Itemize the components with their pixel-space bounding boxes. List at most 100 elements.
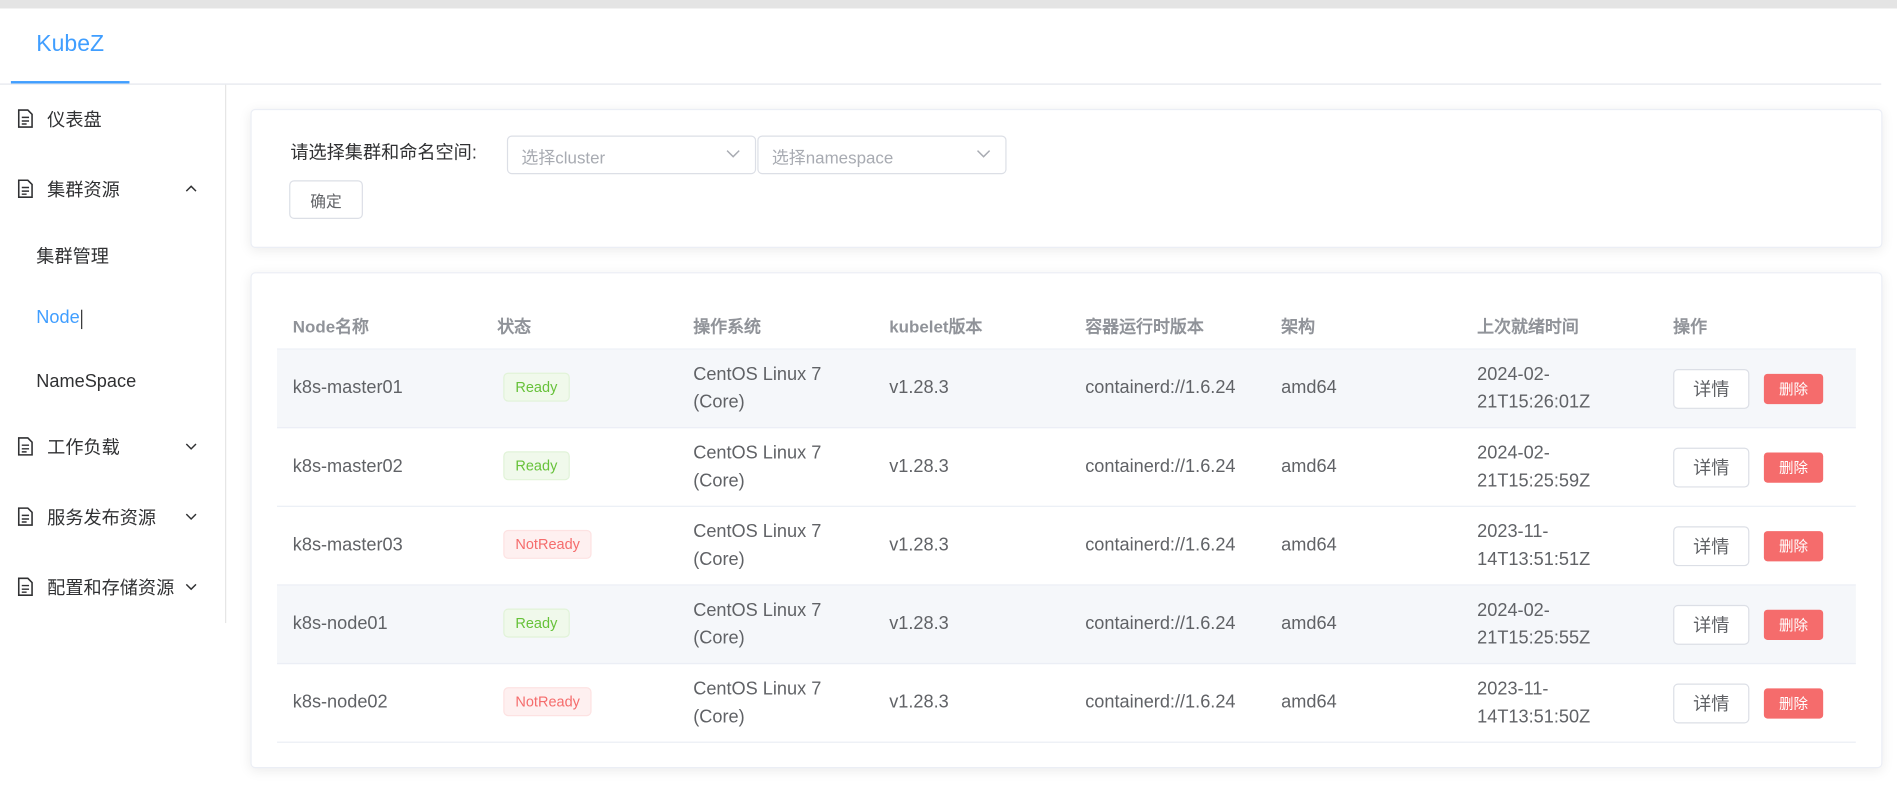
os-line-1: CentOS Linux 7 bbox=[693, 600, 822, 621]
delete-button[interactable]: 删除 bbox=[1763, 373, 1824, 405]
sidebar-item-label: 配置和存储资源 bbox=[47, 577, 175, 599]
cluster-select[interactable]: 选择cluster bbox=[506, 135, 757, 175]
status-badge: Ready bbox=[503, 451, 570, 481]
chevron-down-icon bbox=[977, 150, 991, 158]
kubelet-version: v1.28.3 bbox=[889, 613, 949, 634]
table-row: k8s-master03 NotReady CentOS Linux 7 (Cor… bbox=[277, 507, 1856, 586]
sidebar-item-node[interactable]: Node bbox=[0, 288, 225, 348]
ready-time-line-2: 21T15:25:59Z bbox=[1477, 470, 1591, 492]
os-cell: CentOS Linux 7 (Core) bbox=[693, 596, 821, 652]
sidebar-item-label: Node bbox=[36, 307, 83, 329]
kubelet-version: v1.28.3 bbox=[889, 692, 949, 713]
column-header-arch: 架构 bbox=[1281, 316, 1316, 337]
arch: amd64 bbox=[1281, 613, 1337, 634]
sidebar-item-cluster-management[interactable]: 集群管理 bbox=[0, 225, 225, 285]
filter-label: 请选择集群和命名空间: bbox=[290, 142, 477, 164]
node-name: k8s-master01 bbox=[292, 377, 403, 399]
ready-time-cell: 2024-02- 21T15:25:55Z bbox=[1477, 596, 1590, 652]
ready-time-line-2: 14T13:51:50Z bbox=[1477, 706, 1591, 728]
detail-button[interactable]: 详情 bbox=[1673, 447, 1750, 488]
detail-button[interactable]: 详情 bbox=[1673, 604, 1750, 645]
os-line-2: (Core) bbox=[693, 549, 745, 570]
ready-time-line-1: 2024-02- bbox=[1477, 442, 1550, 464]
chevron-down-icon bbox=[185, 583, 197, 591]
sidebar-item-label: NameSpace bbox=[36, 370, 137, 392]
os-line-2: (Core) bbox=[693, 391, 745, 413]
text-cursor bbox=[80, 309, 83, 329]
runtime-version: containerd://1.6.24 bbox=[1085, 456, 1236, 477]
node-name: k8s-master03 bbox=[292, 534, 403, 556]
os-line-2: (Core) bbox=[693, 470, 745, 492]
detail-button[interactable]: 详情 bbox=[1673, 683, 1750, 724]
status-badge: Ready bbox=[503, 372, 570, 402]
sidebar-item-label: 工作负载 bbox=[47, 437, 120, 458]
status-badge: NotReady bbox=[503, 529, 593, 559]
os-line-1: CentOS Linux 7 bbox=[693, 678, 822, 700]
os-cell: CentOS Linux 7 (Core) bbox=[693, 675, 821, 731]
chevron-down-icon bbox=[726, 150, 740, 158]
column-header-os: 操作系统 bbox=[693, 316, 761, 337]
document-icon bbox=[17, 507, 33, 526]
sidebar-item-workloads[interactable]: 工作负载 bbox=[0, 413, 225, 481]
detail-button[interactable]: 详情 bbox=[1673, 368, 1750, 409]
delete-button[interactable]: 删除 bbox=[1763, 452, 1824, 483]
node-table-card: Node名称 状态 操作系统 kubelet版本 容器运行时版本 架构 上次就绪… bbox=[250, 272, 1883, 769]
node-name: k8s-node02 bbox=[292, 692, 388, 713]
sidebar: 仪表盘 集群资源 集群管理 Node NameSpace 工作负载 服务发布资源 bbox=[0, 84, 227, 624]
os-cell: CentOS Linux 7 (Core) bbox=[693, 439, 821, 495]
namespace-select[interactable]: 选择namespace bbox=[757, 135, 1007, 175]
table-row: k8s-node01 Ready CentOS Linux 7 (Core) v1… bbox=[277, 585, 1856, 665]
os-line-2: (Core) bbox=[693, 706, 745, 728]
runtime-version: containerd://1.6.24 bbox=[1085, 377, 1236, 399]
delete-button[interactable]: 删除 bbox=[1763, 531, 1824, 562]
ready-time-cell: 2023-11- 14T13:51:51Z bbox=[1477, 518, 1590, 574]
column-header-kubelet: kubelet版本 bbox=[889, 316, 983, 337]
sidebar-item-label: 仪表盘 bbox=[47, 109, 102, 131]
kubelet-version: v1.28.3 bbox=[889, 377, 949, 399]
top-strip bbox=[0, 0, 1897, 9]
document-icon bbox=[17, 437, 33, 456]
app-root: KubeZ 仪表盘 集群资源 集群管理 Node NameSpace 工作负载 … bbox=[0, 0, 1897, 809]
sidebar-item-text: Node bbox=[36, 307, 80, 329]
sidebar-item-dashboard[interactable]: 仪表盘 bbox=[0, 85, 225, 153]
sidebar-item-service-publish[interactable]: 服务发布资源 bbox=[0, 483, 225, 551]
ready-time-line-1: 2024-02- bbox=[1477, 364, 1550, 385]
table-row: k8s-node02 NotReady CentOS Linux 7 (Core)… bbox=[277, 664, 1856, 743]
sidebar-item-config-storage[interactable]: 配置和存储资源 bbox=[0, 553, 225, 621]
sidebar-item-namespace[interactable]: NameSpace bbox=[0, 351, 225, 411]
ready-time-line-2: 14T13:51:51Z bbox=[1477, 549, 1591, 570]
status-badge: NotReady bbox=[503, 687, 593, 717]
confirm-button[interactable]: 确定 bbox=[289, 180, 363, 219]
ready-time-line-2: 21T15:26:01Z bbox=[1477, 391, 1591, 413]
document-icon bbox=[17, 109, 33, 128]
chevron-down-icon bbox=[185, 443, 197, 450]
os-line-1: CentOS Linux 7 bbox=[693, 521, 822, 542]
filter-card: 请选择集群和命名空间: 选择cluster 选择namespace 确定 bbox=[250, 108, 1883, 249]
kubelet-version: v1.28.3 bbox=[889, 456, 949, 477]
sidebar-item-cluster-resources[interactable]: 集群资源 bbox=[0, 155, 225, 223]
os-line-2: (Core) bbox=[693, 627, 745, 649]
chevron-down-icon bbox=[185, 513, 197, 521]
document-icon bbox=[17, 577, 33, 597]
runtime-version: containerd://1.6.24 bbox=[1085, 613, 1236, 634]
column-header-name: Node名称 bbox=[292, 316, 369, 337]
delete-button[interactable]: 删除 bbox=[1763, 688, 1824, 719]
logo-tab[interactable]: KubeZ bbox=[10, 8, 130, 84]
kubelet-version: v1.28.3 bbox=[889, 534, 949, 556]
document-icon bbox=[17, 179, 33, 198]
arch: amd64 bbox=[1281, 534, 1337, 556]
arch: amd64 bbox=[1281, 456, 1337, 477]
detail-button[interactable]: 详情 bbox=[1673, 526, 1750, 567]
table-row: k8s-master02 Ready CentOS Linux 7 (Core) … bbox=[277, 428, 1856, 507]
ready-time-cell: 2024-02- 21T15:26:01Z bbox=[1477, 361, 1590, 417]
table-row: k8s-master01 Ready CentOS Linux 7 (Core) … bbox=[277, 349, 1856, 429]
ready-time-line-1: 2023-11- bbox=[1477, 521, 1549, 542]
delete-button[interactable]: 删除 bbox=[1763, 609, 1824, 640]
node-name: k8s-node01 bbox=[292, 613, 388, 634]
ready-time-line-1: 2023-11- bbox=[1477, 678, 1549, 700]
sidebar-item-label: 集群资源 bbox=[47, 179, 120, 201]
os-cell: CentOS Linux 7 (Core) bbox=[693, 518, 821, 574]
ready-time-line-1: 2024-02- bbox=[1477, 600, 1550, 621]
ready-time-cell: 2023-11- 14T13:51:50Z bbox=[1477, 675, 1590, 731]
os-cell: CentOS Linux 7 (Core) bbox=[693, 361, 821, 417]
